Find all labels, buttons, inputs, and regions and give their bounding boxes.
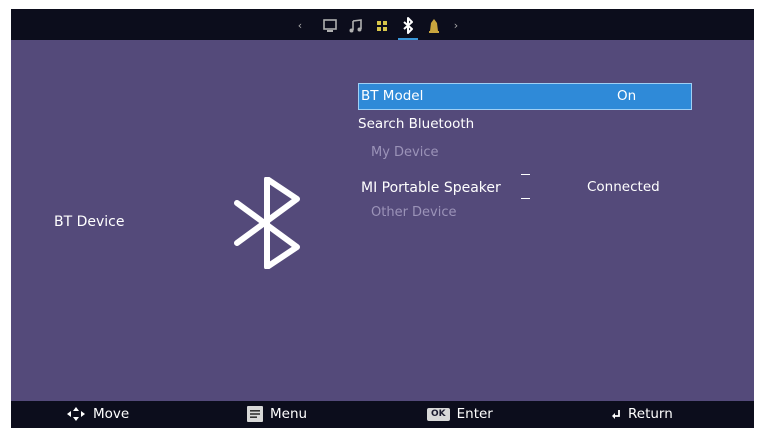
monitor-icon[interactable] <box>319 15 341 37</box>
my-device-title: My Device <box>371 145 439 160</box>
move-label: Move <box>93 406 130 422</box>
device-focus-marks <box>521 174 533 200</box>
dpad-icon <box>66 406 86 422</box>
enter-hint: OK Enter <box>427 406 493 422</box>
ok-key-icon: OK <box>427 407 450 421</box>
top-tab-bar: ‹ › <box>11 9 754 40</box>
other-device-title: Other Device <box>371 205 457 220</box>
menu-label: Menu <box>270 406 308 422</box>
bt-model-value: On <box>617 88 637 104</box>
menu-hint: Menu <box>247 406 307 422</box>
move-hint: Move <box>66 406 129 422</box>
device-status: Connected <box>587 179 660 195</box>
chevron-left-icon[interactable]: ‹ <box>295 19 305 32</box>
menu-icon <box>247 406 263 422</box>
tv-screen: ‹ › BT Device BT Model On Search Bluetoo… <box>11 9 754 428</box>
ok-key-label: OK <box>427 407 450 421</box>
bluetooth-icon[interactable] <box>397 15 419 40</box>
enter-label: Enter <box>456 406 493 422</box>
return-label: Return <box>628 406 673 422</box>
chevron-right-icon[interactable]: › <box>451 19 461 32</box>
grid-icon[interactable] <box>371 15 393 37</box>
device-name: MI Portable Speaker <box>361 180 501 196</box>
music-icon[interactable] <box>345 15 367 37</box>
bt-model-label: BT Model <box>361 88 424 104</box>
return-hint: Return <box>611 406 673 422</box>
bell-icon[interactable] <box>423 15 445 37</box>
bottom-hint-bar: Move Menu OK Enter Return <box>11 401 754 428</box>
page-title: BT Device <box>54 214 125 230</box>
bluetooth-logo-icon <box>227 176 307 273</box>
search-bluetooth-item[interactable]: Search Bluetooth <box>358 116 474 132</box>
bt-model-row[interactable]: BT Model On <box>358 83 692 110</box>
return-icon <box>611 408 621 420</box>
